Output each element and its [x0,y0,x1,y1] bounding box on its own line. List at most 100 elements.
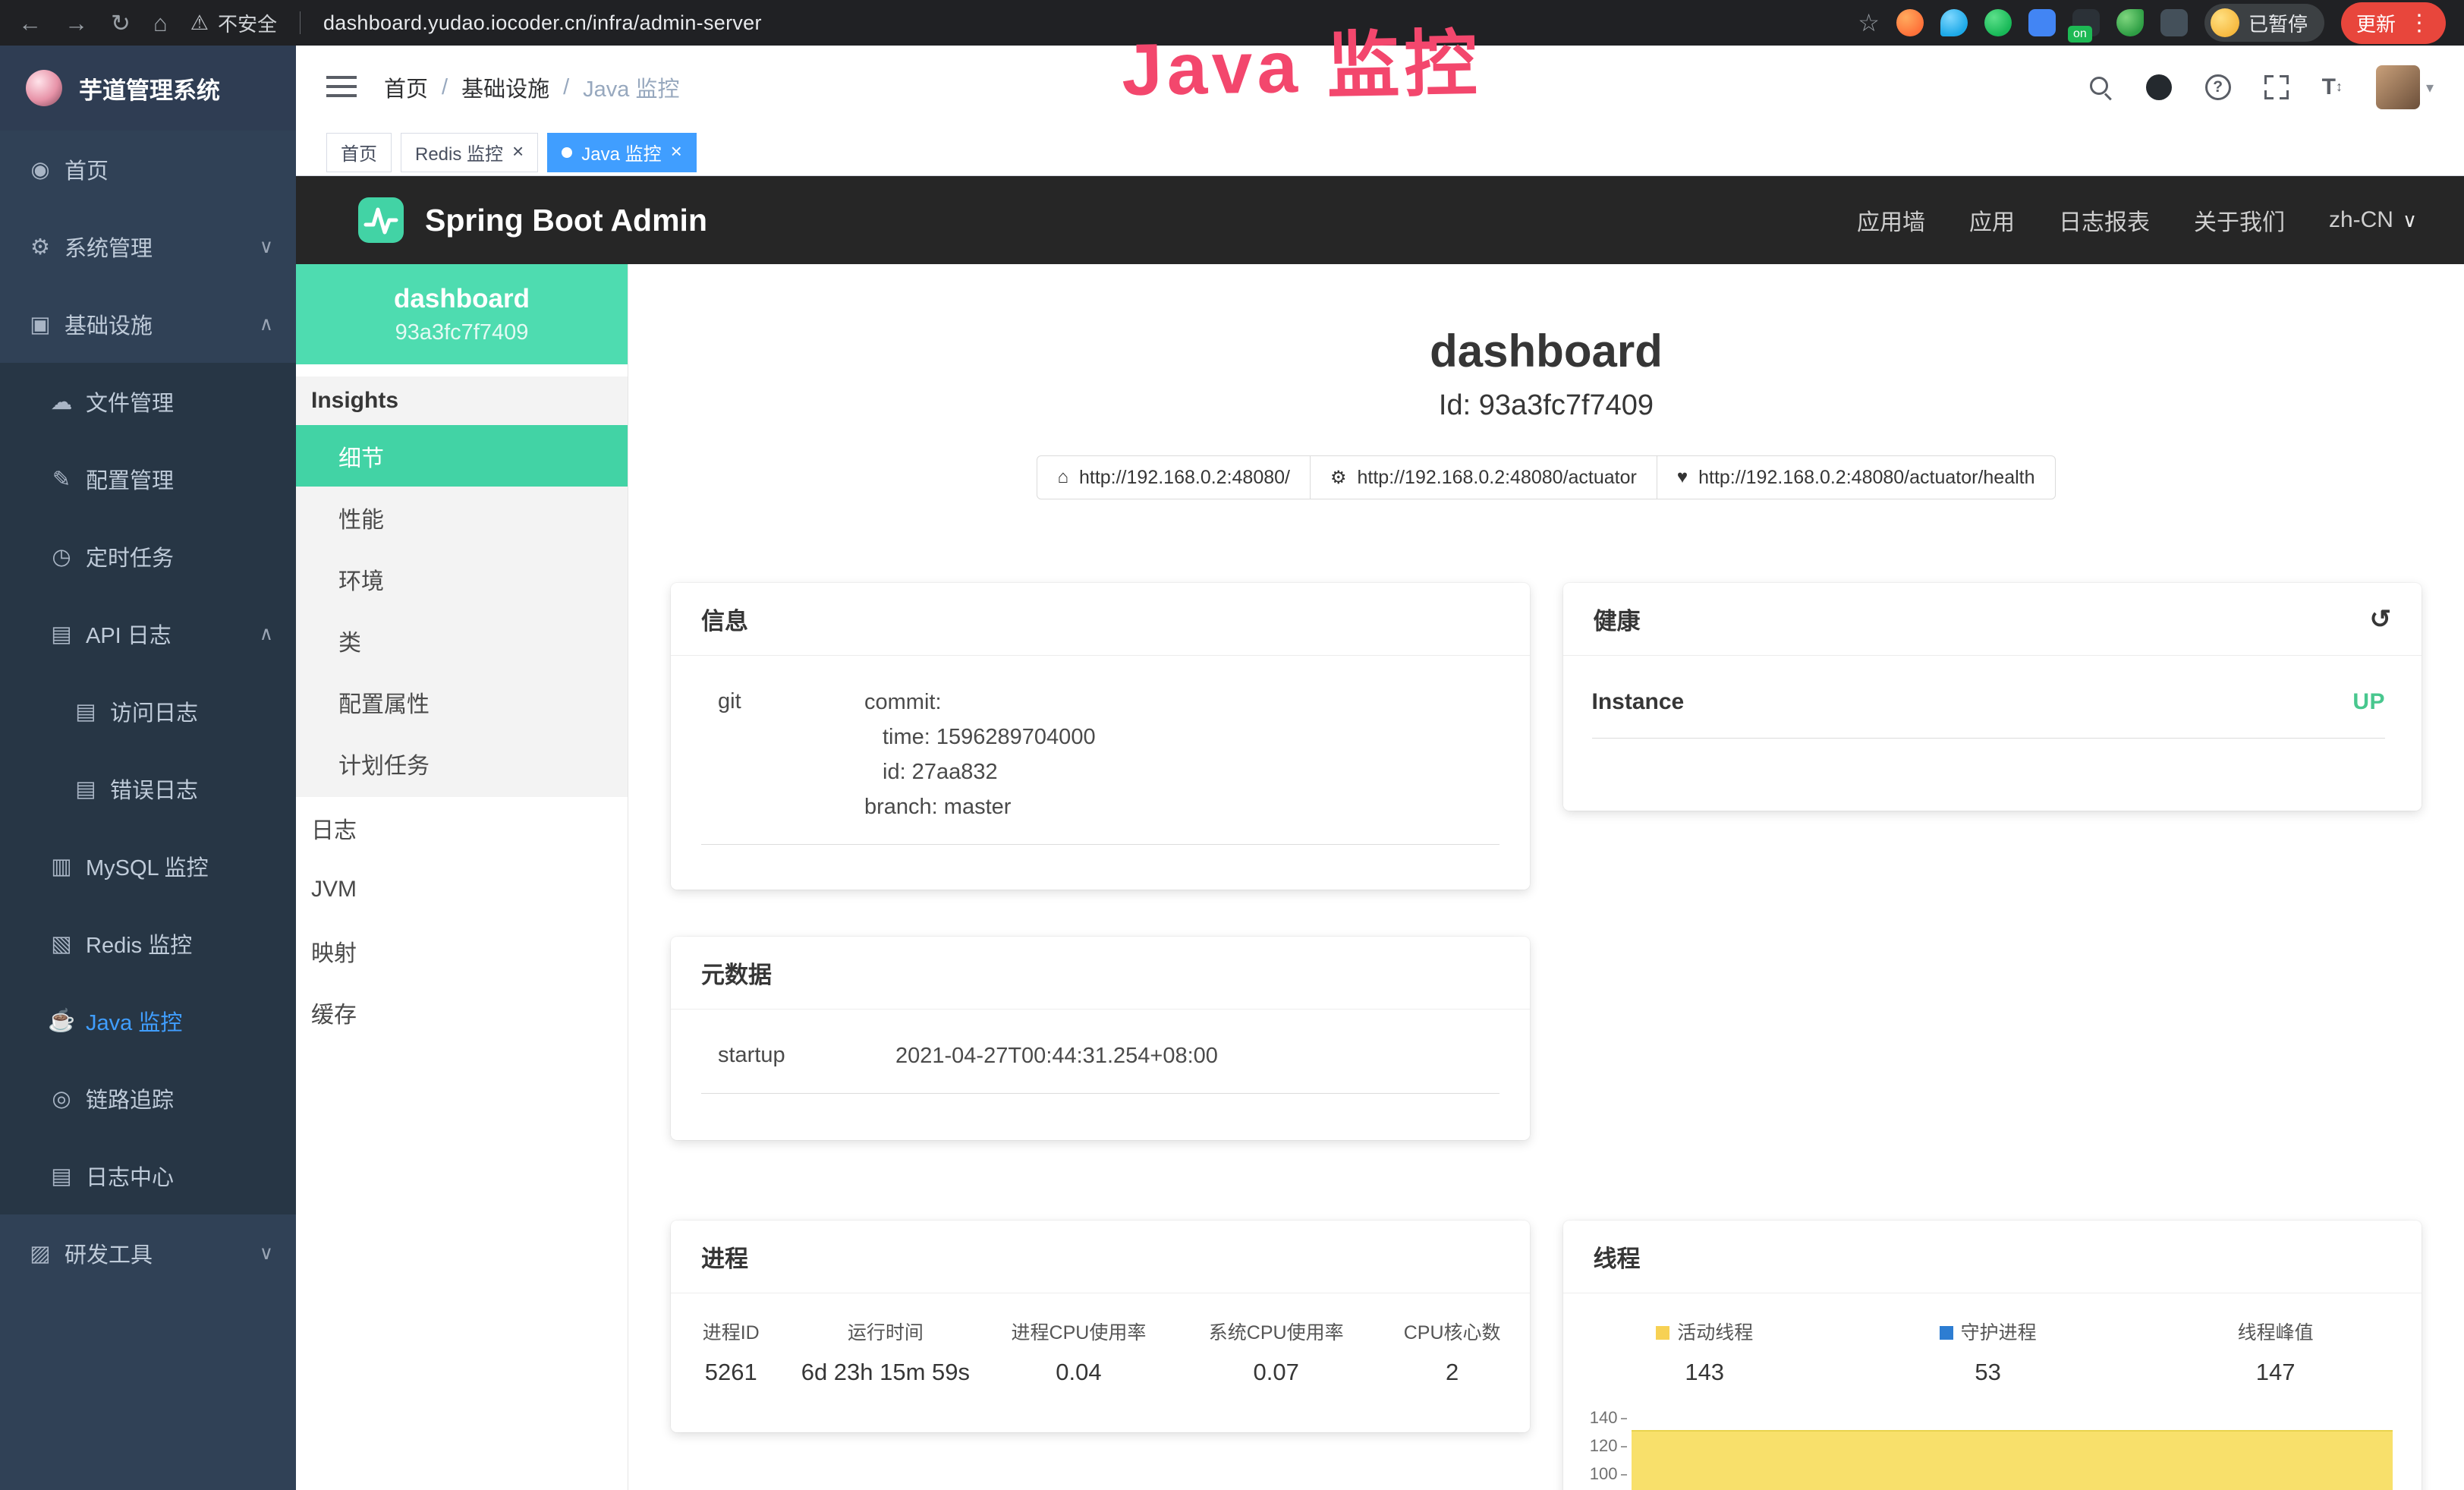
instance-title: dashboard [628,325,2464,377]
text-size-icon[interactable] [2322,74,2343,100]
extension-icon-green[interactable] [1984,9,2012,36]
card-title-metadata: 元数据 [701,956,772,990]
sidebar-item-label: 系统管理 [65,231,153,263]
paused-label: 已暂停 [2248,9,2308,37]
sidebar-item-access-logs[interactable]: 访问日志 [0,673,296,750]
extension-icon-plugin[interactable] [2160,9,2188,36]
address-bar[interactable]: dashboard.yudao.iocoder.cn/infra/admin-s… [323,11,762,35]
sba-nav-wallboard[interactable]: 应用墙 [1857,203,1925,237]
tab-label: Java 监控 [581,139,661,165]
instance-link-url: http://192.168.0.2:48080/actuator [1358,467,1637,489]
sba-body: dashboard 93a3fc7f7409 Insights 细节 性能 环境… [296,264,2464,1490]
card-info: 信息 git commit: time: 1596289704000 id: 2… [671,583,1530,890]
close-icon[interactable] [512,141,524,163]
sidebar-item-log-center[interactable]: 日志中心 [0,1137,296,1214]
history-icon[interactable] [2370,604,2392,635]
warning-icon: ⚠ [190,11,209,35]
tab-label: Redis 监控 [415,139,503,165]
instance-link-actuator[interactable]: http://192.168.0.2:48080/actuator [1310,455,1657,499]
extension-icon-fox[interactable] [1896,9,1924,36]
sidebar-item-file-management[interactable]: 文件管理 [0,363,296,440]
close-icon[interactable] [671,141,682,163]
chevron-down-icon [260,1242,273,1265]
sidebar-item-trace[interactable]: 链路追踪 [0,1060,296,1137]
sidebar-item-api-logs[interactable]: API 日志 [0,595,296,673]
sba-nav-journal[interactable]: 日志报表 [2059,203,2150,237]
browser-forward-icon[interactable]: → [65,11,88,35]
browser-back-icon[interactable]: ← [18,11,42,35]
security-chip[interactable]: ⚠ 不安全 [190,9,277,37]
threads-peak-value: 147 [2129,1351,2422,1403]
legend-label: 线程峰值 [2238,1322,2314,1344]
sidebar-item-scheduled-tasks[interactable]: 定时任务 [0,518,296,595]
sidebar-item-label: 日志中心 [86,1160,174,1192]
sba-nav-about[interactable]: 关于我们 [2194,203,2285,237]
chevron-down-icon [2403,207,2417,233]
breadcrumb-infrastructure[interactable]: 基础设施 [461,71,549,103]
sidebar-item-dev-tools[interactable]: 研发工具 [0,1214,296,1292]
git-commit-line: commit: [864,685,1499,720]
extension-icon-grid[interactable] [2028,9,2056,36]
sba-item-loggers[interactable]: 日志 [296,797,628,858]
sba-item-scheduled-tasks[interactable]: 计划任务 [296,732,628,794]
browser-update-button[interactable]: 更新 [2341,2,2446,44]
health-row-instance: Instance UP [1592,689,2386,739]
breadcrumb: 首页 / 基础设施 / Java 监控 [384,71,679,103]
sidebar-item-label: 基础设施 [65,308,153,340]
sba-brand[interactable]: Spring Boot Admin [357,196,707,244]
instance-link-health[interactable]: http://192.168.0.2:48080/actuator/health [1657,455,2056,499]
tab-java-monitor[interactable]: Java 监控 [547,133,697,172]
threads-chart-yaxis: 140 120 100 [1563,1409,1630,1490]
process-header-cpu-cores: CPU核心数 [1375,1304,1530,1351]
timer-icon [48,543,75,570]
ytick: 140 [1590,1408,1618,1428]
extension-icon-switch[interactable]: on [2072,9,2100,36]
app-logo[interactable]: 芋道管理系统 [0,46,296,131]
browser-home-icon[interactable]: ⌂ [153,11,168,35]
github-icon[interactable] [2146,74,2172,100]
card-title-info: 信息 [701,602,748,636]
tab-home[interactable]: 首页 [326,133,392,172]
sba-nav-applications[interactable]: 应用 [1969,203,2015,237]
sba-locale-select[interactable]: zh-CN [2329,207,2417,233]
sidebar-item-system-management[interactable]: 系统管理 [0,208,296,285]
user-menu[interactable] [2376,65,2434,109]
sidebar-item-home[interactable]: 首页 [0,131,296,208]
sidebar-item-config-management[interactable]: 配置管理 [0,440,296,518]
profile-paused-chip[interactable]: 已暂停 [2204,4,2324,42]
sba-item-config-properties[interactable]: 配置属性 [296,671,628,732]
workspace: 芋道管理系统 首页 系统管理 基础设施 [0,46,2464,1490]
sba-item-performance[interactable]: 性能 [296,487,628,548]
sba-item-classes[interactable]: 类 [296,610,628,671]
hamburger-icon[interactable] [326,76,357,99]
sba-item-environment[interactable]: 环境 [296,548,628,610]
sba-item-jvm[interactable]: JVM [296,858,628,920]
browser-menu-icon[interactable] [2408,10,2431,36]
help-icon[interactable] [2205,74,2231,100]
info-value: commit: time: 1596289704000 id: 27aa832 … [864,685,1499,824]
fullscreen-icon[interactable] [2264,75,2289,99]
extension-icon-leaf[interactable] [2116,9,2144,36]
sidebar-item-error-logs[interactable]: 错误日志 [0,750,296,827]
dashboard-icon [27,156,54,183]
sba-brand-title: Spring Boot Admin [425,203,707,238]
table-row: 143 53 147 [1563,1351,2422,1403]
sidebar-item-redis-monitor[interactable]: Redis 监控 [0,905,296,982]
bookmark-star-icon[interactable] [1858,8,1880,37]
sba-item-caches[interactable]: 缓存 [296,981,628,1043]
sidebar-item-mysql-monitor[interactable]: MySQL 监控 [0,827,296,905]
sba-instance-header[interactable]: dashboard 93a3fc7f7409 [296,264,628,364]
search-icon[interactable] [2088,75,2113,99]
extension-icon-drop[interactable] [1940,9,1968,36]
card-process: 进程 进程ID 运行时间 进程CPU使用率 [671,1221,1530,1432]
sba-item-details[interactable]: 细节 [296,425,628,487]
browser-reload-icon[interactable]: ↻ [111,11,131,35]
instance-link-root[interactable]: http://192.168.0.2:48080/ [1037,455,1311,499]
sidebar-item-java-monitor[interactable]: Java 监控 [0,982,296,1060]
infrastructure-submenu: 文件管理 配置管理 定时任务 API 日志 [0,363,296,1214]
sba-item-mappings[interactable]: 映射 [296,920,628,981]
tab-redis-monitor[interactable]: Redis 监控 [401,133,538,172]
tab-label: 首页 [341,139,377,165]
sidebar-item-infrastructure[interactable]: 基础设施 [0,285,296,363]
breadcrumb-home[interactable]: 首页 [384,71,428,103]
